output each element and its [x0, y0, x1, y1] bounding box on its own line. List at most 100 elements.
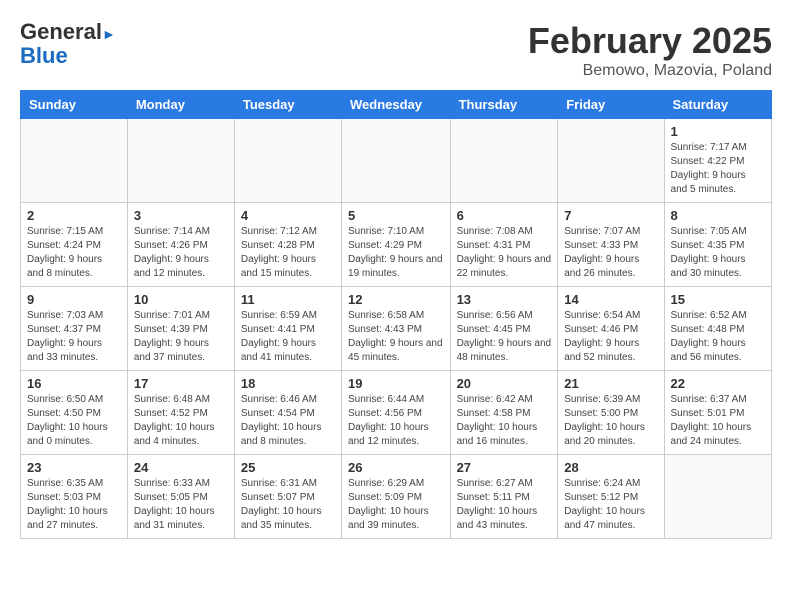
calendar-table: Sunday Monday Tuesday Wednesday Thursday… [20, 90, 772, 539]
calendar-week-row: 2Sunrise: 7:15 AM Sunset: 4:24 PM Daylig… [21, 203, 772, 287]
day-number: 4 [241, 208, 335, 223]
day-number: 8 [671, 208, 765, 223]
day-info: Sunrise: 7:07 AM Sunset: 4:33 PM Dayligh… [564, 225, 657, 281]
day-number: 18 [241, 376, 335, 391]
day-number: 6 [457, 208, 552, 223]
day-number: 27 [457, 460, 552, 475]
table-row: 5 Sunrise: 7:10 AM Sunset: 4:29 PM Daylig… [342, 203, 451, 287]
day-number: 3 [134, 208, 228, 223]
table-row: 7 Sunrise: 7:07 AM Sunset: 4:33 PM Daylig… [558, 203, 664, 287]
day-info: Sunrise: 6:35 AM Sunset: 5:03 PM Dayligh… [27, 477, 121, 533]
table-row [450, 119, 558, 203]
table-row: 22Sunrise: 6:37 AM Sunset: 5:01 PM Dayli… [664, 371, 771, 455]
table-row: 24 Sunrise: 6:33 AM Sunset: 5:05 PM Dayli… [127, 455, 234, 539]
day-number: 28 [564, 460, 657, 475]
col-saturday: Saturday [664, 91, 771, 119]
table-row: 2Sunrise: 7:15 AM Sunset: 4:24 PM Daylig… [21, 203, 128, 287]
day-number: 7 [564, 208, 657, 223]
day-number: 11 [241, 292, 335, 307]
table-row: 16 Sunrise: 6:50 AM Sunset: 4:50 PM Dayli… [21, 371, 128, 455]
day-info: Sunrise: 7:14 AM Sunset: 4:26 PM Dayligh… [134, 225, 228, 281]
day-info: Sunrise: 6:33 AM Sunset: 5:05 PM Dayligh… [134, 477, 228, 533]
day-number: 10 [134, 292, 228, 307]
day-number: 17 [134, 376, 228, 391]
table-row: 25 Sunrise: 6:31 AM Sunset: 5:07 PM Dayli… [234, 455, 341, 539]
day-info: Sunrise: 7:03 AM Sunset: 4:37 PM Dayligh… [27, 309, 121, 365]
calendar-week-row: 23Sunrise: 6:35 AM Sunset: 5:03 PM Dayli… [21, 455, 772, 539]
logo-blue: Blue [20, 44, 68, 68]
table-row: 9Sunrise: 7:03 AM Sunset: 4:37 PM Daylig… [21, 287, 128, 371]
day-info: Sunrise: 6:46 AM Sunset: 4:54 PM Dayligh… [241, 393, 335, 449]
day-info: Sunrise: 6:42 AM Sunset: 4:58 PM Dayligh… [457, 393, 552, 449]
table-row: 4 Sunrise: 7:12 AM Sunset: 4:28 PM Daylig… [234, 203, 341, 287]
table-row: 19Sunrise: 6:44 AM Sunset: 4:56 PM Dayli… [342, 371, 451, 455]
day-info: Sunrise: 7:01 AM Sunset: 4:39 PM Dayligh… [134, 309, 228, 365]
table-row [342, 119, 451, 203]
day-info: Sunrise: 6:48 AM Sunset: 4:52 PM Dayligh… [134, 393, 228, 449]
day-info: Sunrise: 6:24 AM Sunset: 5:12 PM Dayligh… [564, 477, 657, 533]
day-info: Sunrise: 6:59 AM Sunset: 4:41 PM Dayligh… [241, 309, 335, 365]
table-row: 10 Sunrise: 7:01 AM Sunset: 4:39 PM Dayli… [127, 287, 234, 371]
day-number: 13 [457, 292, 552, 307]
day-number: 14 [564, 292, 657, 307]
day-number: 22 [671, 376, 765, 391]
day-info: Sunrise: 6:31 AM Sunset: 5:07 PM Dayligh… [241, 477, 335, 533]
table-row: 21 Sunrise: 6:39 AM Sunset: 5:00 PM Dayli… [558, 371, 664, 455]
table-row: 26 Sunrise: 6:29 AM Sunset: 5:09 PM Dayli… [342, 455, 451, 539]
col-sunday: Sunday [21, 91, 128, 119]
logo: General► Blue [20, 20, 116, 68]
table-row: 17 Sunrise: 6:48 AM Sunset: 4:52 PM Dayli… [127, 371, 234, 455]
day-info: Sunrise: 6:27 AM Sunset: 5:11 PM Dayligh… [457, 477, 552, 533]
table-row [234, 119, 341, 203]
calendar-week-row: 16 Sunrise: 6:50 AM Sunset: 4:50 PM Dayli… [21, 371, 772, 455]
table-row [558, 119, 664, 203]
logo-text: General► [20, 20, 116, 44]
day-info: Sunrise: 7:12 AM Sunset: 4:28 PM Dayligh… [241, 225, 335, 281]
day-info: Sunrise: 7:17 AM Sunset: 4:22 PM Dayligh… [671, 141, 765, 197]
day-info: Sunrise: 6:39 AM Sunset: 5:00 PM Dayligh… [564, 393, 657, 449]
day-info: Sunrise: 6:58 AM Sunset: 4:43 PM Dayligh… [348, 309, 444, 365]
day-info: Sunrise: 7:10 AM Sunset: 4:29 PM Dayligh… [348, 225, 444, 281]
day-number: 15 [671, 292, 765, 307]
table-row: 3 Sunrise: 7:14 AM Sunset: 4:26 PM Daylig… [127, 203, 234, 287]
col-thursday: Thursday [450, 91, 558, 119]
col-wednesday: Wednesday [342, 91, 451, 119]
day-number: 26 [348, 460, 444, 475]
day-info: Sunrise: 6:29 AM Sunset: 5:09 PM Dayligh… [348, 477, 444, 533]
day-number: 25 [241, 460, 335, 475]
day-info: Sunrise: 6:52 AM Sunset: 4:48 PM Dayligh… [671, 309, 765, 365]
day-number: 16 [27, 376, 121, 391]
day-number: 20 [457, 376, 552, 391]
day-number: 21 [564, 376, 657, 391]
day-info: Sunrise: 7:05 AM Sunset: 4:35 PM Dayligh… [671, 225, 765, 281]
day-number: 5 [348, 208, 444, 223]
table-row: 14 Sunrise: 6:54 AM Sunset: 4:46 PM Dayli… [558, 287, 664, 371]
calendar-header-row: Sunday Monday Tuesday Wednesday Thursday… [21, 91, 772, 119]
calendar-week-row: 9Sunrise: 7:03 AM Sunset: 4:37 PM Daylig… [21, 287, 772, 371]
day-number: 1 [671, 124, 765, 139]
col-friday: Friday [558, 91, 664, 119]
day-info: Sunrise: 6:50 AM Sunset: 4:50 PM Dayligh… [27, 393, 121, 449]
table-row [127, 119, 234, 203]
table-row: 18 Sunrise: 6:46 AM Sunset: 4:54 PM Dayli… [234, 371, 341, 455]
col-tuesday: Tuesday [234, 91, 341, 119]
day-info: Sunrise: 6:54 AM Sunset: 4:46 PM Dayligh… [564, 309, 657, 365]
table-row: 8 Sunrise: 7:05 AM Sunset: 4:35 PM Daylig… [664, 203, 771, 287]
day-info: Sunrise: 7:15 AM Sunset: 4:24 PM Dayligh… [27, 225, 121, 281]
table-row: 23Sunrise: 6:35 AM Sunset: 5:03 PM Dayli… [21, 455, 128, 539]
table-row: 15 Sunrise: 6:52 AM Sunset: 4:48 PM Dayli… [664, 287, 771, 371]
day-info: Sunrise: 6:44 AM Sunset: 4:56 PM Dayligh… [348, 393, 444, 449]
title-area: February 2025 Bemowo, Mazovia, Poland [528, 20, 772, 80]
table-row: 20 Sunrise: 6:42 AM Sunset: 4:58 PM Dayli… [450, 371, 558, 455]
day-number: 12 [348, 292, 444, 307]
table-row: 12 Sunrise: 6:58 AM Sunset: 4:43 PM Dayli… [342, 287, 451, 371]
calendar-week-row: 1 Sunrise: 7:17 AM Sunset: 4:22 PM Daylig… [21, 119, 772, 203]
table-row: 1 Sunrise: 7:17 AM Sunset: 4:22 PM Daylig… [664, 119, 771, 203]
month-title: February 2025 [528, 20, 772, 62]
location: Bemowo, Mazovia, Poland [528, 62, 772, 80]
table-row: 6Sunrise: 7:08 AM Sunset: 4:31 PM Daylig… [450, 203, 558, 287]
day-number: 24 [134, 460, 228, 475]
table-row: 28 Sunrise: 6:24 AM Sunset: 5:12 PM Dayli… [558, 455, 664, 539]
table-row: 27 Sunrise: 6:27 AM Sunset: 5:11 PM Dayli… [450, 455, 558, 539]
col-monday: Monday [127, 91, 234, 119]
